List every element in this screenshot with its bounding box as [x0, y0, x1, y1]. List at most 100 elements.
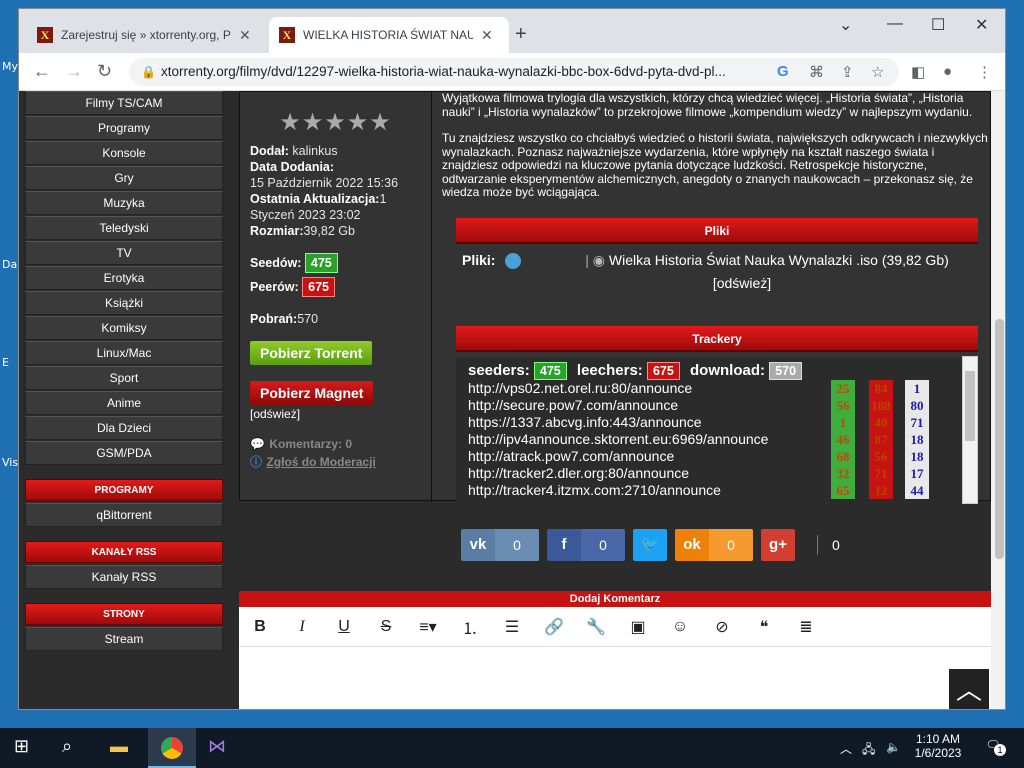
forward-icon[interactable]: →	[65, 61, 83, 82]
rating-stars[interactable]: ★★★★★	[250, 108, 421, 137]
sidebar-item[interactable]: Komiksy	[25, 316, 223, 340]
wrench-icon[interactable]: 🔧	[575, 617, 617, 637]
start-windows-icon[interactable]: ⊞	[14, 736, 29, 757]
tracker-url[interactable]: http://ipv4announce.sktorrent.eu:6969/an…	[468, 431, 768, 447]
lock-icon[interactable]: 🔒	[141, 58, 156, 86]
page-scrollbar[interactable]	[991, 91, 1005, 709]
sidebar-item[interactable]: Kanały RSS	[25, 565, 223, 589]
sidebar-item[interactable]: Anime	[25, 391, 223, 415]
refresh-link[interactable]: [odśwież]	[250, 407, 421, 421]
quote-icon[interactable]: ❝	[743, 617, 785, 637]
share-twitter-button[interactable]: 🐦	[633, 529, 667, 561]
file-explorer-icon[interactable]: ▬	[110, 736, 128, 757]
sidepanel-icon[interactable]: ◧	[911, 63, 925, 81]
sidebar-item[interactable]: GSM/PDA	[25, 441, 223, 465]
new-tab-icon[interactable]: +	[515, 23, 527, 46]
share-facebook-button[interactable]: f0	[547, 529, 625, 561]
desktop-label[interactable]: Vis	[2, 456, 18, 469]
tracker-url[interactable]: http://secure.pow7.com/announce	[468, 397, 678, 413]
sidebar-item[interactable]: Linux/Mac	[25, 341, 223, 365]
reload-icon[interactable]: ↻	[97, 61, 112, 82]
hide-icon[interactable]: ⊘	[701, 617, 743, 637]
notifications-icon[interactable]: 🗨 1	[982, 738, 1006, 756]
menu-kebab-icon[interactable]: ⋮	[977, 63, 992, 81]
link-icon[interactable]: 🔗	[533, 617, 575, 637]
tracker-url[interactable]: http://vps02.net.orel.ru:80/announce	[468, 380, 692, 396]
report-link[interactable]: Zgłoś do Moderacji	[266, 455, 375, 469]
sidebar-item[interactable]: Dla Dzieci	[25, 416, 223, 440]
tracker-url[interactable]: https://1337.abcvg.info:443/announce	[468, 414, 702, 430]
file-name[interactable]: Wielka Historia Świat Nauka Wynalazki .i…	[609, 252, 949, 268]
profile-avatar-icon[interactable]: ●	[943, 63, 952, 80]
share-gplus-button[interactable]: g+	[761, 529, 795, 561]
search-icon[interactable]: ⌕	[62, 736, 72, 757]
google-icon[interactable]: G	[777, 63, 789, 80]
tracker-url[interactable]: http://atrack.pow7.com/announce	[468, 448, 674, 464]
tab-register[interactable]: X Zarejestruj się » xtorrenty.org, PC ✕	[27, 17, 267, 53]
close-window-icon[interactable]: ✕	[975, 15, 988, 35]
tracker-downloads: 18	[905, 448, 929, 465]
tracker-url[interactable]: http://tracker2.dler.org:80/announce	[468, 465, 689, 481]
download-torrent-button[interactable]: Pobierz Torrent	[250, 341, 373, 365]
close-icon[interactable]: ✕	[239, 27, 251, 44]
back-icon[interactable]: ←	[33, 61, 51, 82]
download-magnet-button[interactable]: Pobierz Magnet	[250, 381, 374, 405]
tab-active[interactable]: X WIELKA HISTORIA ŚWIAT NAUKA ✕	[269, 17, 509, 53]
desktop-label[interactable]: Da	[2, 258, 17, 271]
underline-icon[interactable]: U	[323, 618, 365, 636]
facebook-count: 0	[581, 529, 625, 561]
share-icon[interactable]: ⇪	[841, 63, 854, 81]
trackers-scrollbar[interactable]	[962, 356, 978, 504]
files-refresh[interactable]: [odśwież]	[462, 275, 982, 291]
sidebar-item[interactable]: Sport	[25, 366, 223, 390]
maximize-icon[interactable]: ☐	[931, 15, 945, 35]
downloads-value: 570	[297, 312, 319, 326]
more-icon[interactable]: ≣	[785, 617, 827, 637]
tracker-url[interactable]: http://tracker4.itzmx.com:2710/announce	[468, 482, 721, 498]
sidebar-item[interactable]: Teledyski	[25, 216, 223, 240]
sidebar-item[interactable]: qBittorrent	[25, 503, 223, 527]
minimize-icon[interactable]: —	[887, 15, 903, 33]
close-icon[interactable]: ✕	[481, 27, 493, 44]
sidebar-item[interactable]: Filmy TS/CAM	[25, 91, 223, 115]
italic-icon[interactable]: I	[281, 618, 323, 636]
visual-studio-icon[interactable]: ⋈	[208, 736, 226, 757]
disc-icon[interactable]	[505, 253, 522, 270]
sidebar-item[interactable]: TV	[25, 241, 223, 265]
page-scroll-thumb[interactable]	[995, 319, 1004, 559]
bullet-list-icon[interactable]: ☰	[491, 617, 533, 637]
tracker-downloads: 17	[905, 465, 929, 482]
desktop-label[interactable]: E	[2, 356, 9, 369]
network-icon[interactable]: 🖧	[862, 740, 875, 761]
align-icon[interactable]: ≡▾	[407, 617, 449, 637]
seeders-label: seeders:	[468, 362, 530, 379]
strikethrough-icon[interactable]: S	[365, 618, 407, 636]
tab-search-icon[interactable]: ⌄	[839, 15, 852, 35]
sidebar-item[interactable]: Erotyka	[25, 266, 223, 290]
desktop-label[interactable]: My	[2, 60, 18, 73]
chrome-taskbar-button[interactable]	[148, 728, 196, 768]
tracker-downloads: 80	[905, 397, 929, 414]
share-ok-button[interactable]: ok 0	[675, 529, 753, 561]
chevron-up-icon[interactable]: ︿	[840, 740, 852, 757]
trackers-scroll-thumb[interactable]	[965, 371, 975, 441]
bold-icon[interactable]: B	[239, 618, 281, 636]
sidebar-item[interactable]: Stream	[25, 627, 223, 651]
scroll-to-top-icon[interactable]: ︿	[949, 669, 989, 709]
sidebar-item[interactable]: Konsole	[25, 141, 223, 165]
sidebar-item[interactable]: Programy	[25, 116, 223, 140]
sidebar-item[interactable]: Muzyka	[25, 191, 223, 215]
sidebar-item[interactable]: Książki	[25, 291, 223, 315]
sidebar-item[interactable]: Gry	[25, 166, 223, 190]
ordered-list-icon[interactable]: ⒈	[449, 615, 491, 639]
comment-textarea[interactable]	[239, 647, 991, 709]
taskbar: ⊞ ⌕ ▬ ⋈ ︿ 🖧 🔈 1:10 AM 1/6/2023 🗨 1	[0, 728, 1024, 768]
volume-icon[interactable]: 🔈	[886, 740, 901, 754]
emoji-icon[interactable]: ☺	[659, 618, 701, 636]
bookmark-star-icon[interactable]: ☆	[871, 63, 884, 81]
clock[interactable]: 1:10 AM 1/6/2023	[908, 732, 968, 760]
image-icon[interactable]: ▣	[617, 617, 659, 637]
share-vk-button[interactable]: vk 0	[461, 529, 539, 561]
comments-count[interactable]: Komentarzy: 0	[269, 437, 352, 451]
translate-icon[interactable]: ⌘	[809, 63, 824, 81]
